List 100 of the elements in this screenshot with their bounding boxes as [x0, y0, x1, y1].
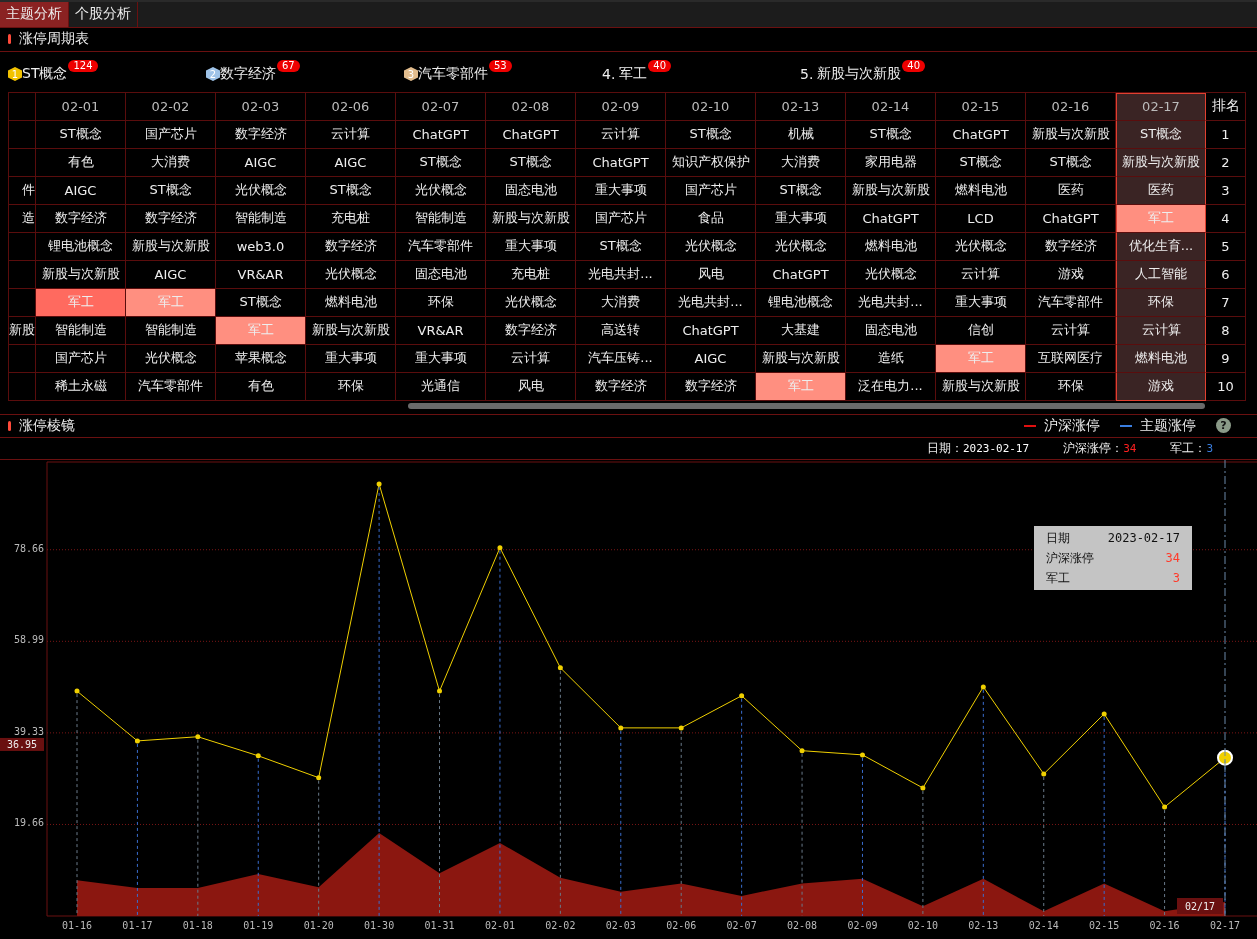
table-cell[interactable]: 食品	[666, 204, 756, 233]
table-cell[interactable]: 优化生育...	[1116, 232, 1206, 261]
table-cell[interactable]: 光电共封...	[666, 288, 756, 317]
table-cell[interactable]: LCD	[936, 204, 1026, 233]
table-cell[interactable]: ST概念	[36, 120, 126, 149]
table-cell[interactable]: 有色	[216, 372, 306, 401]
table-cell[interactable]: 光伏概念	[126, 344, 216, 373]
table-cell[interactable]: 泛在电力...	[846, 372, 936, 401]
table-cell[interactable]: 数字经济	[486, 316, 576, 345]
column-header[interactable]: 02-16	[1026, 92, 1116, 121]
table-cell[interactable]: ChatGPT	[846, 204, 936, 233]
table-cell[interactable]: 光伏概念	[756, 232, 846, 261]
table-cell[interactable]: ChatGPT	[936, 120, 1026, 149]
table-cell[interactable]: 数字经济	[1026, 232, 1116, 261]
column-header[interactable]: 02-07	[396, 92, 486, 121]
table-cell[interactable]: 汽车零部件	[396, 232, 486, 261]
table-cell[interactable]: AIGC	[216, 148, 306, 177]
table-cell[interactable]: ChatGPT	[576, 148, 666, 177]
table-cell[interactable]: 新股与次新股	[936, 372, 1026, 401]
table-cell[interactable]: AIGC	[126, 260, 216, 289]
table-cell[interactable]: ST概念	[126, 176, 216, 205]
table-cell[interactable]: AIGC	[666, 344, 756, 373]
column-header[interactable]: 02-01	[36, 92, 126, 121]
table-cell[interactable]: 光通信	[396, 372, 486, 401]
table-cell[interactable]: 国产芯片	[666, 176, 756, 205]
theme-name[interactable]: 新股与次新股	[817, 65, 902, 83]
table-cell[interactable]: 风电	[486, 372, 576, 401]
table-cell[interactable]: 大消费	[126, 148, 216, 177]
table-cell[interactable]: ST概念	[1026, 148, 1116, 177]
table-cell[interactable]: 重大事项	[936, 288, 1026, 317]
table-cell[interactable]: 云计算	[1026, 316, 1116, 345]
theme-name[interactable]: 军工	[619, 65, 648, 83]
table-cell[interactable]: 汽车零部件	[1026, 288, 1116, 317]
column-header[interactable]: 02-14	[846, 92, 936, 121]
table-cell[interactable]: 燃料电池	[306, 288, 396, 317]
table-cell[interactable]: AIGC	[36, 176, 126, 205]
help-icon[interactable]: ?	[1216, 418, 1231, 434]
table-cell[interactable]: 智能制造	[216, 204, 306, 233]
table-cell[interactable]: ST概念	[576, 232, 666, 261]
table-cell[interactable]: 数字经济	[576, 372, 666, 401]
column-header[interactable]: 02-02	[126, 92, 216, 121]
table-cell[interactable]: 风电	[666, 260, 756, 289]
table-cell[interactable]: ST概念	[216, 288, 306, 317]
table-cell[interactable]: 光伏概念	[306, 260, 396, 289]
table-cell[interactable]: 重大事项	[396, 344, 486, 373]
table-cell[interactable]: 环保	[396, 288, 486, 317]
table-cell[interactable]: 云计算	[576, 120, 666, 149]
scrollbar-thumb[interactable]	[408, 402, 1205, 409]
table-cell[interactable]: 有色	[36, 148, 126, 177]
table-cell[interactable]: 光电共封...	[576, 260, 666, 289]
table-cell[interactable]: ST概念	[396, 148, 486, 177]
table-cell[interactable]: 光伏概念	[936, 232, 1026, 261]
table-cell[interactable]: 重大事项	[306, 344, 396, 373]
table-cell[interactable]: 苹果概念	[216, 344, 306, 373]
table-cell[interactable]: ST概念	[666, 120, 756, 149]
table-cell[interactable]: 新股与次新股	[36, 260, 126, 289]
table-cell[interactable]: 充电桩	[306, 204, 396, 233]
table-cell[interactable]: 大消费	[576, 288, 666, 317]
table-cell[interactable]: 智能制造	[36, 316, 126, 345]
table-cell[interactable]: 云计算	[1116, 316, 1206, 345]
table-cell[interactable]: 机械	[756, 120, 846, 149]
table-cell[interactable]: 数字经济	[306, 232, 396, 261]
table-cell[interactable]: 医药	[1026, 176, 1116, 205]
table-cell[interactable]: 燃料电池	[1116, 344, 1206, 373]
table-cell[interactable]: ST概念	[486, 148, 576, 177]
table-cell[interactable]: 游戏	[1026, 260, 1116, 289]
table-cell[interactable]: 造纸	[846, 344, 936, 373]
table-cell[interactable]: 汽车压铸...	[576, 344, 666, 373]
table-cell[interactable]: 光电共封...	[846, 288, 936, 317]
table-cell[interactable]: 汽车零部件	[126, 372, 216, 401]
table-cell[interactable]: 光伏概念	[396, 176, 486, 205]
table-cell[interactable]: 光伏概念	[666, 232, 756, 261]
table-cell[interactable]: 重大事项	[576, 176, 666, 205]
table-cell[interactable]: 燃料电池	[936, 176, 1026, 205]
table-cell[interactable]: 大基建	[756, 316, 846, 345]
data-point[interactable]	[1217, 749, 1233, 766]
table-cell[interactable]: 游戏	[1116, 372, 1206, 401]
table-cell[interactable]: 智能制造	[396, 204, 486, 233]
column-header[interactable]: 02-15	[936, 92, 1026, 121]
table-cell[interactable]: ST概念	[756, 176, 846, 205]
table-cell[interactable]: ST概念	[1116, 120, 1206, 149]
table-cell[interactable]: 云计算	[486, 344, 576, 373]
table-cell[interactable]: 重大事项	[756, 204, 846, 233]
table-cell[interactable]: 环保	[1026, 372, 1116, 401]
table-cell[interactable]: 互联网医疗	[1026, 344, 1116, 373]
table-cell[interactable]: AIGC	[306, 148, 396, 177]
table-cell[interactable]: ChatGPT	[756, 260, 846, 289]
table-cell[interactable]: 新股与次新股	[306, 316, 396, 345]
table-cell[interactable]: 国产芯片	[36, 344, 126, 373]
column-header[interactable]: 02-06	[306, 92, 396, 121]
table-cell[interactable]: 新股与次新股	[1116, 148, 1206, 177]
table-cell[interactable]: 信创	[936, 316, 1026, 345]
table-cell[interactable]: 新股与次新股	[846, 176, 936, 205]
column-header[interactable]: 02-17	[1116, 92, 1206, 121]
tab[interactable]: 主题分析	[0, 2, 69, 27]
table-cell[interactable]: 数字经济	[126, 204, 216, 233]
table-cell[interactable]: 新股与次新股	[126, 232, 216, 261]
column-header[interactable]: 02-09	[576, 92, 666, 121]
table-cell[interactable]: 数字经济	[36, 204, 126, 233]
table-cell[interactable]: ChatGPT	[396, 120, 486, 149]
